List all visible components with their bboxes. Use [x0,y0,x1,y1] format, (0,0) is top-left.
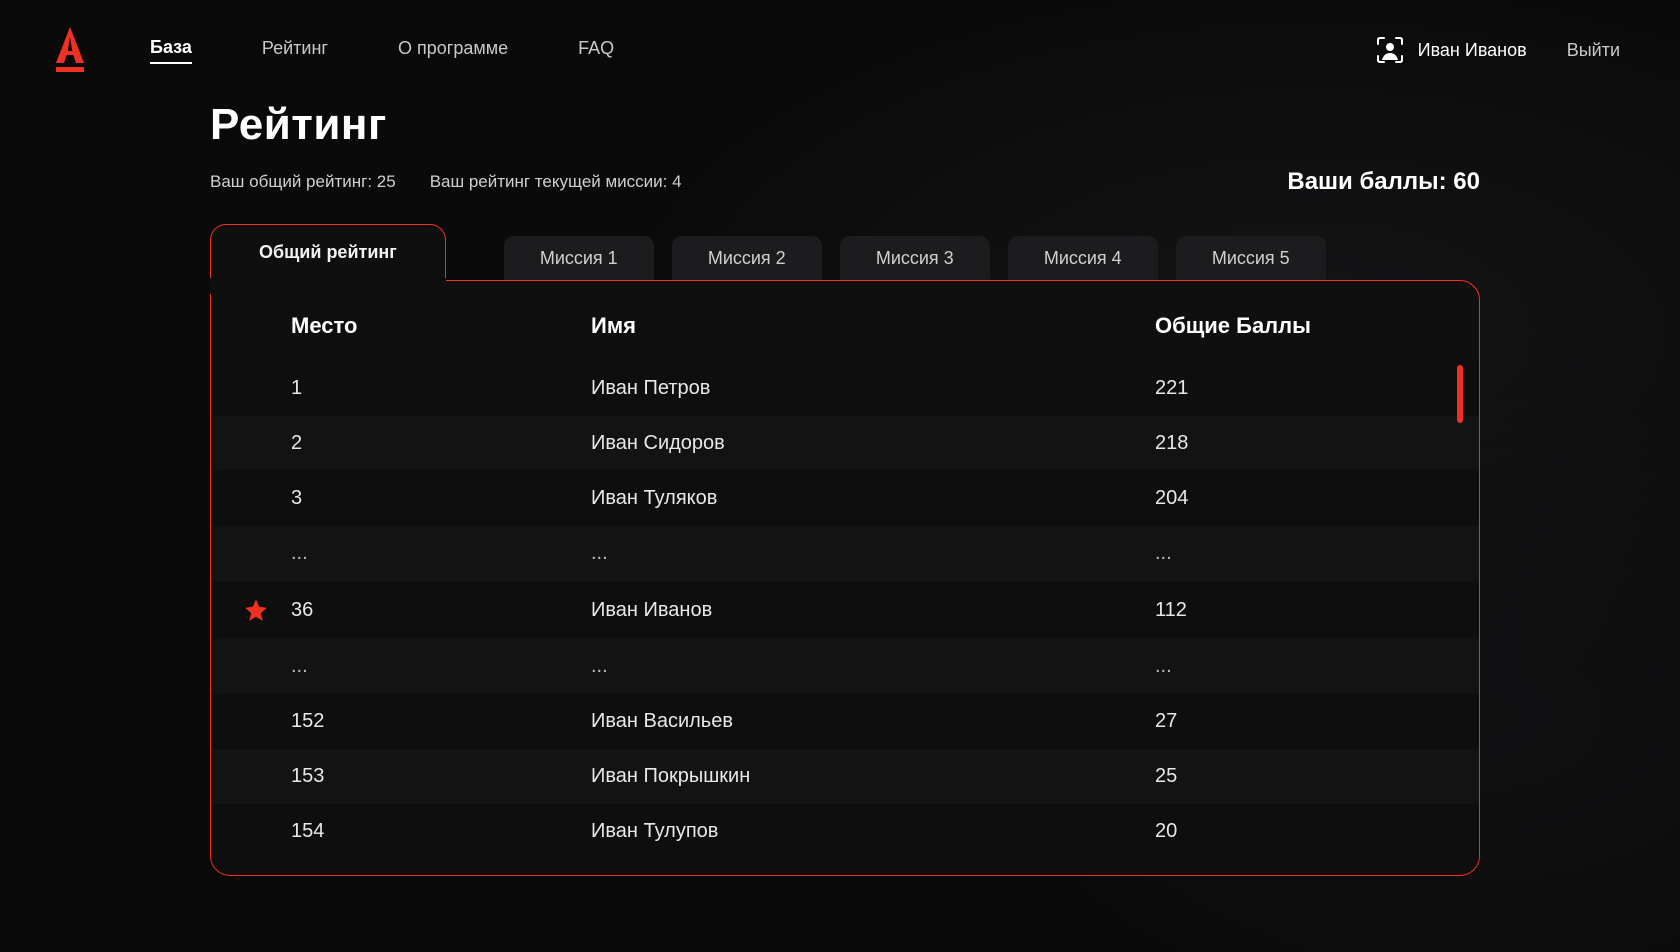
table-body: 1Иван Петров2212Иван Сидоров2183Иван Тул… [211,361,1479,859]
tab-mission-2[interactable]: Миссия 2 [672,236,822,280]
table-row[interactable]: ......... [211,526,1479,581]
nav-item-0[interactable]: База [150,37,192,64]
table-row[interactable]: 3Иван Туляков204 [211,471,1479,526]
rating-panel: Место Имя Общие Баллы 1Иван Петров2212Ив… [210,280,1480,876]
nav-item-1[interactable]: Рейтинг [262,38,328,63]
table-row[interactable]: ......... [211,639,1479,694]
row-name: Иван Иванов [591,599,1155,622]
overall-rating-text: Ваш общий рейтинг: 25 [210,172,396,192]
row-place: 153 [291,765,591,788]
row-place: 154 [291,820,591,843]
row-place: 3 [291,487,591,510]
row-score: 20 [1155,820,1415,843]
table-header-name: Имя [591,313,1155,339]
row-score: 27 [1155,710,1415,733]
row-name: Иван Васильев [591,710,1155,733]
row-name: Иван Сидоров [591,432,1155,455]
row-place: 152 [291,710,591,733]
nav-item-2[interactable]: О программе [398,38,508,63]
row-star-cell [221,597,291,623]
row-place: 36 [291,599,591,622]
row-place: ... [291,655,591,678]
row-name: Иван Тулупов [591,820,1155,843]
table-header-score: Общие Баллы [1155,313,1415,339]
table-row[interactable]: 1Иван Петров221 [211,361,1479,416]
row-score: ... [1155,655,1415,678]
points-text: Ваши баллы: 60 [1287,168,1480,196]
brand-logo[interactable] [50,25,90,75]
table-row[interactable]: 153Иван Покрышкин25 [211,749,1479,804]
user-name: Иван Иванов [1418,40,1527,61]
page-title: Рейтинг [210,100,1480,150]
row-name: ... [591,655,1155,678]
tab-mission-4[interactable]: Миссия 4 [1008,236,1158,280]
stats-row: Ваш общий рейтинг: 25 Ваш рейтинг текуще… [210,168,1480,196]
table-row[interactable]: 2Иван Сидоров218 [211,416,1479,471]
logout-link[interactable]: Выйти [1567,40,1620,61]
page-content: Рейтинг Ваш общий рейтинг: 25 Ваш рейтин… [210,100,1480,876]
header-right: Иван Иванов Выйти [1376,36,1620,64]
tab-mission-3[interactable]: Миссия 3 [840,236,990,280]
table-row[interactable]: 36Иван Иванов112 [211,581,1479,639]
table-row[interactable]: 152Иван Васильев27 [211,694,1479,749]
user-chip[interactable]: Иван Иванов [1376,36,1527,64]
row-score: 204 [1155,487,1415,510]
row-name: Иван Петров [591,377,1155,400]
mission-rating-text: Ваш рейтинг текущей миссии: 4 [430,172,682,192]
main-nav: База Рейтинг О программе FAQ [150,37,614,64]
table-header-place: Место [291,313,591,339]
scrollbar-track[interactable] [1457,365,1463,853]
row-name: Иван Покрышкин [591,765,1155,788]
row-score: 218 [1155,432,1415,455]
row-name: ... [591,542,1155,565]
star-icon [243,597,269,623]
tab-mission-1[interactable]: Миссия 1 [504,236,654,280]
tab-mission-5[interactable]: Миссия 5 [1176,236,1326,280]
row-place: 2 [291,432,591,455]
tab-overall[interactable]: Общий рейтинг [210,224,446,280]
row-score: 221 [1155,377,1415,400]
row-place: ... [291,542,591,565]
row-score: ... [1155,542,1415,565]
user-frame-icon [1376,36,1404,64]
row-place: 1 [291,377,591,400]
header: База Рейтинг О программе FAQ Иван Иванов Вы… [0,0,1680,100]
table-header: Место Имя Общие Баллы [211,291,1479,361]
scrollbar-thumb[interactable] [1457,365,1463,423]
rating-tabs: Общий рейтинг Миссия 1 Миссия 2 Миссия 3 Мис… [210,224,1480,280]
nav-item-3[interactable]: FAQ [578,38,614,63]
row-name: Иван Туляков [591,487,1155,510]
row-score: 25 [1155,765,1415,788]
row-score: 112 [1155,599,1415,622]
table-row[interactable]: 154Иван Тулупов20 [211,804,1479,859]
alfa-logo-icon [50,25,90,75]
